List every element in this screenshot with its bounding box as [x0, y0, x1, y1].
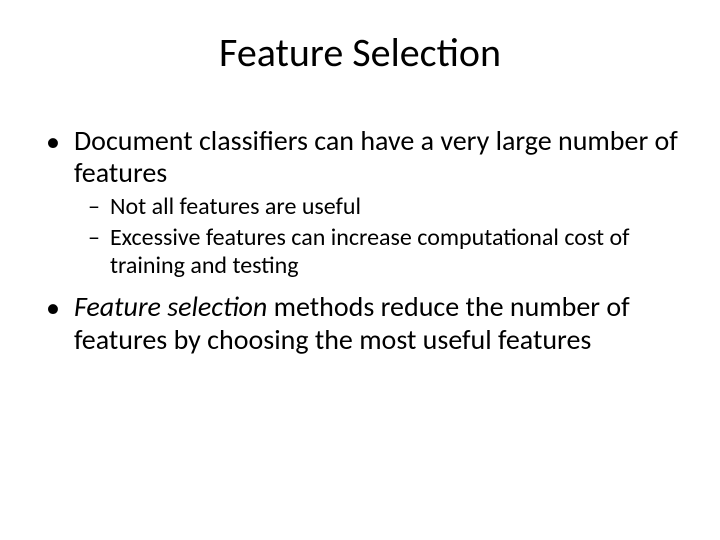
bullet-text: Excessive features can increase computat… [110, 224, 680, 279]
bullet-text: Not all features are useful [110, 193, 361, 221]
bullet-dot-icon: • [46, 125, 60, 159]
bullet-item: – Excessive features can increase comput… [40, 224, 680, 279]
bullet-text: Document classifiers can have a very lar… [74, 125, 680, 189]
bullet-item: • Document classifiers can have a very l… [40, 125, 680, 189]
bullet-item: – Not all features are useful [40, 193, 680, 222]
bullet-dash-icon: – [88, 193, 100, 222]
bullet-text: Feature selection methods reduce the num… [74, 291, 680, 355]
slide-content: • Document classifiers can have a very l… [40, 125, 680, 356]
bullet-item: • Feature selection methods reduce the n… [40, 291, 680, 355]
slide-title: Feature Selection [40, 28, 680, 77]
italic-term: Feature selection [74, 289, 267, 324]
bullet-dash-icon: – [88, 224, 100, 253]
bullet-dot-icon: • [46, 291, 60, 325]
